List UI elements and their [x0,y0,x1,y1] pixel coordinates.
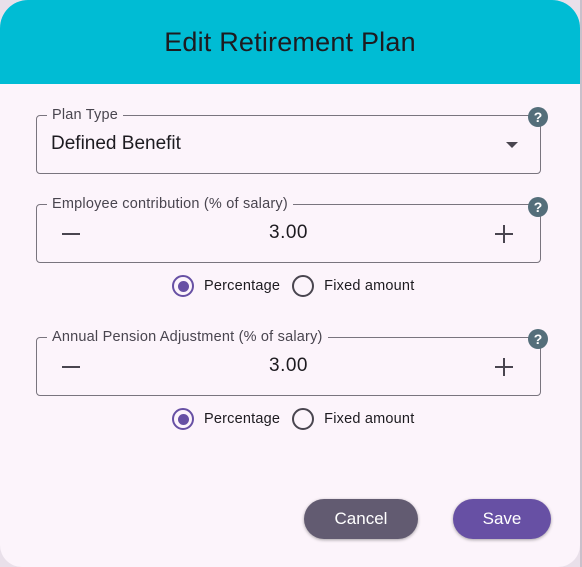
employee-contribution-stepper: Employee contribution (% of salary) 3.00 [36,195,541,263]
employee-contribution-help-icon[interactable]: ? [528,197,548,217]
radio-unselected-icon [292,275,315,297]
dropdown-arrow-icon[interactable] [506,142,518,148]
edit-retirement-plan-dialog: Edit Retirement Plan Plan Type Defined B… [0,0,580,567]
plus-icon [495,358,513,376]
radio-selected-icon [172,275,194,297]
employee-contribution-mode-group: Percentage Fixed amount [172,275,426,297]
employee-contribution-fixed-amount-radio[interactable]: Fixed amount [292,275,414,297]
pension-adjustment-label: Annual Pension Adjustment (% of salary) [47,328,328,346]
radio-label: Fixed amount [324,411,415,427]
cancel-button[interactable]: Cancel [304,499,418,539]
plan-type-value: Defined Benefit [51,133,181,154]
employee-contribution-label: Employee contribution (% of salary) [47,195,293,213]
pension-adjustment-percentage-radio[interactable]: Percentage [172,408,280,430]
dialog-header: Edit Retirement Plan [0,0,580,84]
plan-type-label: Plan Type [47,106,124,124]
plan-type-help-icon[interactable]: ? [528,107,548,127]
pension-adjustment-stepper: Annual Pension Adjustment (% of salary) … [36,328,541,396]
pension-adjustment-input[interactable]: 3.00 [37,355,540,377]
pension-adjustment-mode-group: Percentage Fixed amount [172,408,426,430]
radio-label: Fixed amount [324,278,415,294]
employee-contribution-input[interactable]: 3.00 [37,222,540,244]
pension-adjustment-increment-button[interactable] [490,353,518,381]
employee-contribution-percentage-radio[interactable]: Percentage [172,275,280,297]
radio-unselected-icon [292,408,315,430]
employee-contribution-increment-button[interactable] [490,220,518,248]
save-button[interactable]: Save [453,499,551,539]
radio-selected-icon [172,408,194,430]
dialog-title: Edit Retirement Plan [164,26,416,57]
radio-label: Percentage [204,411,281,427]
plus-icon [495,225,513,243]
pension-adjustment-fixed-amount-radio[interactable]: Fixed amount [292,408,414,430]
plan-type-select[interactable]: Plan Type Defined Benefit [36,106,541,174]
radio-label: Percentage [204,278,281,294]
pension-adjustment-help-icon[interactable]: ? [528,329,548,349]
